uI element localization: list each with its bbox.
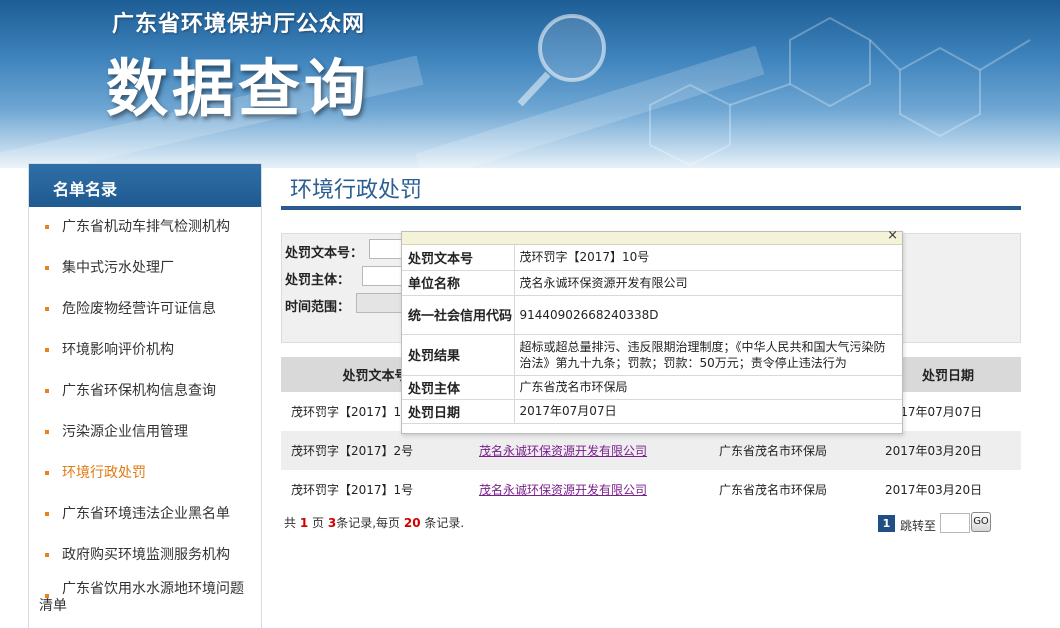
total-pages: 1 <box>299 516 309 530</box>
current-page-button[interactable]: 1 <box>878 515 895 532</box>
sidebar-item-hazardous-waste[interactable]: 危险废物经营许可证信息 <box>29 289 261 330</box>
detail-key: 处罚结果 <box>402 334 515 376</box>
table-row[interactable]: 茂环罚字【2017】2号 茂名永诚环保资源开发有限公司 广东省茂名市环保局 20… <box>281 431 1021 470</box>
sidebar-item-vehicle-exhaust[interactable]: 广东省机动车排气检测机构 <box>29 207 261 248</box>
time-range-label: 时间范围： <box>285 300 351 315</box>
sidebar-item-label-cont: 清单 <box>39 598 67 614</box>
cell-date: 2017年03月20日 <box>875 431 1021 470</box>
cell-doc-number: 茂环罚字【2017】2号 <box>281 431 469 470</box>
cell-unit: 茂名永诚环保资源开发有限公司 <box>469 431 709 470</box>
unit-link[interactable]: 茂名永诚环保资源开发有限公司 <box>479 483 647 497</box>
pager-pages-suffix: 页 <box>312 516 325 530</box>
site-title: 数据查询 <box>106 52 371 125</box>
detail-key: 处罚文本号 <box>402 245 515 271</box>
sidebar-item-admin-penalty[interactable]: 环境行政处罚 <box>29 453 261 494</box>
detail-value: 茂环罚字【2017】10号 <box>514 245 902 271</box>
bullet-icon <box>45 389 49 393</box>
detail-row: 处罚文本号 茂环罚字【2017】10号 <box>402 245 902 271</box>
bullet-icon <box>45 348 49 352</box>
sidebar-item-monitoring-services[interactable]: 政府购买环境监测服务机构 <box>29 535 261 576</box>
detail-table: 处罚文本号 茂环罚字【2017】10号 单位名称 茂名永诚环保资源开发有限公司 … <box>402 245 902 424</box>
doc-number-label: 处罚文本号： <box>285 246 364 261</box>
jump-to-label: 跳转至 <box>900 519 937 533</box>
records-per-page: 20 <box>403 516 421 530</box>
sidebar-item-label: 集中式污水处理厂 <box>62 260 174 276</box>
time-range-input[interactable] <box>356 293 402 313</box>
go-button[interactable]: GO <box>971 512 991 532</box>
cell-subject: 广东省茂名市环保局 <box>719 483 828 497</box>
detail-value: 超标或超总量排污、违反限期治理制度；《中华人民共和国大气污染防治法》第九十九条；… <box>514 334 902 376</box>
sidebar-item-label: 广东省环境违法企业黑名单 <box>62 506 230 522</box>
sidebar-item-label: 广东省机动车排气检测机构 <box>62 219 230 235</box>
page-title: 环境行政处罚 <box>290 178 423 203</box>
detail-value: 茂名永诚环保资源开发有限公司 <box>514 270 902 296</box>
title-divider <box>281 206 1021 210</box>
detail-row: 统一社会信用代码 91440902668240338D <box>402 295 902 335</box>
detail-value: 91440902668240338D <box>514 295 902 335</box>
header-banner: 广东省环境保护厅公众网 数据查询 <box>0 0 1060 168</box>
detail-value: 广东省茂名市环保局 <box>514 375 902 400</box>
sidebar-item-water-source-issues[interactable]: 广东省饮用水水源地环境问题 清单 <box>29 576 261 624</box>
cell-date: 2017年03月20日 <box>885 483 983 497</box>
penalty-subject-input[interactable] <box>362 266 402 286</box>
bullet-icon <box>45 307 49 311</box>
pagination-summary: 共 1 页 3条记录,每页 20 条记录. <box>284 514 464 531</box>
sidebar-item-label: 广东省环保机构信息查询 <box>62 383 216 399</box>
bullet-icon <box>45 225 49 229</box>
unit-link[interactable]: 茂名永诚环保资源开发有限公司 <box>479 444 647 458</box>
sidebar-item-label: 广东省饮用水水源地环境问题 <box>62 581 244 597</box>
bullet-icon <box>45 471 49 475</box>
detail-key: 统一社会信用代码 <box>402 295 515 335</box>
sidebar-title: 名单名录 <box>29 164 261 207</box>
cell-doc-number: 茂环罚字【2017】1号 <box>291 483 414 497</box>
pager-per-page-suffix: 条记录. <box>424 516 465 530</box>
jump-page-input[interactable] <box>940 513 970 533</box>
bullet-icon <box>45 266 49 270</box>
detail-row: 处罚结果 超标或超总量排污、违反限期治理制度；《中华人民共和国大气污染防治法》第… <box>402 334 902 376</box>
table-row[interactable]: 茂环罚字【2017】1号 茂名永诚环保资源开发有限公司 广东省茂名市环保局 20… <box>281 470 1021 509</box>
detail-value: 2017年07月07日 <box>514 399 902 424</box>
detail-key: 处罚主体 <box>402 375 515 400</box>
bullet-icon <box>45 430 49 434</box>
sidebar: 名单名录 广东省机动车排气检测机构 集中式污水处理厂 危险废物经营许可证信息 环… <box>28 163 262 628</box>
popup-header: × <box>402 228 902 245</box>
sidebar-item-sewage-plants[interactable]: 集中式污水处理厂 <box>29 248 261 289</box>
detail-key: 处罚日期 <box>402 399 515 424</box>
sidebar-item-eia-agencies[interactable]: 环境影响评价机构 <box>29 330 261 371</box>
cell-unit: 茂名永诚环保资源开发有限公司 <box>469 470 709 509</box>
penalty-subject-label: 处罚主体： <box>285 273 351 288</box>
cell-subject: 广东省茂名市环保局 <box>709 431 875 470</box>
pager-records-suffix: 条记录,每页 <box>336 516 401 530</box>
sidebar-item-label: 环境影响评价机构 <box>62 342 174 358</box>
penalty-detail-popup: × 处罚文本号 茂环罚字【2017】10号 单位名称 茂名永诚环保资源开发有限公… <box>401 228 903 434</box>
sidebar-item-label: 危险废物经营许可证信息 <box>62 301 216 317</box>
sidebar-menu: 广东省机动车排气检测机构 集中式污水处理厂 危险废物经营许可证信息 环境影响评价… <box>29 207 261 624</box>
detail-row: 处罚日期 2017年07月07日 <box>402 399 902 424</box>
pager-prefix: 共 <box>284 516 297 530</box>
sidebar-item-blacklist[interactable]: 广东省环境违法企业黑名单 <box>29 494 261 535</box>
detail-key: 单位名称 <box>402 270 515 296</box>
site-subtitle: 广东省环境保护厅公众网 <box>112 12 366 37</box>
sidebar-item-credit-management[interactable]: 污染源企业信用管理 <box>29 412 261 453</box>
bullet-icon <box>45 553 49 557</box>
sidebar-item-label: 政府购买环境监测服务机构 <box>62 547 230 563</box>
total-records: 3 <box>327 516 337 530</box>
bullet-icon <box>45 512 49 516</box>
sidebar-item-label: 污染源企业信用管理 <box>62 424 188 440</box>
bullet-icon <box>45 594 49 598</box>
sidebar-item-label: 环境行政处罚 <box>62 465 146 481</box>
sidebar-item-env-agencies[interactable]: 广东省环保机构信息查询 <box>29 371 261 412</box>
detail-row: 单位名称 茂名永诚环保资源开发有限公司 <box>402 270 902 296</box>
detail-row: 处罚主体 广东省茂名市环保局 <box>402 375 902 400</box>
close-icon[interactable]: × <box>887 228 898 243</box>
